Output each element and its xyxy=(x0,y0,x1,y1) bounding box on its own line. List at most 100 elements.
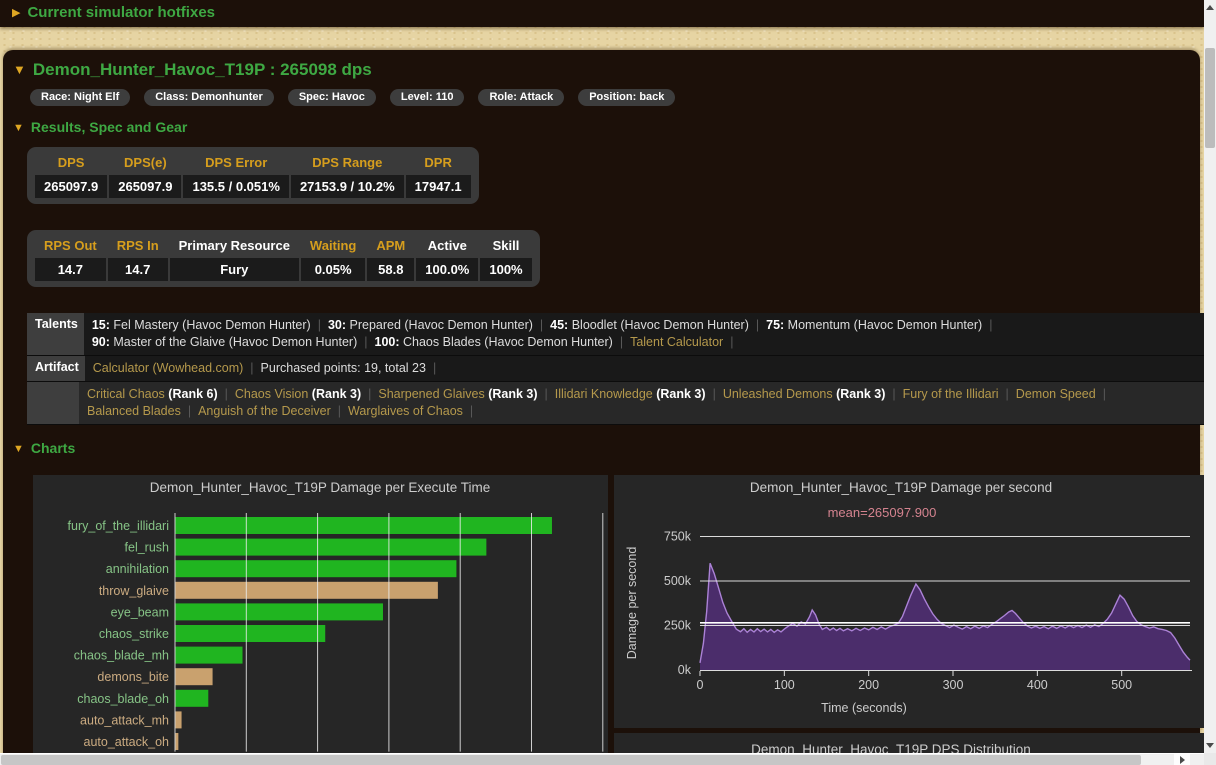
artifact-trait: Demon Speed xyxy=(1016,387,1096,401)
chart-text: eye_beam xyxy=(111,605,169,619)
bar xyxy=(176,733,179,750)
chart-text: throw_glaive xyxy=(99,584,169,598)
results-heading-label: Results, Spec and Gear xyxy=(31,119,187,135)
vertical-scrollbar[interactable] xyxy=(1204,0,1216,753)
artifact-trait-link[interactable]: Illidari Knowledge xyxy=(555,387,653,401)
table-value-cell: 135.5 / 0.051% xyxy=(183,175,288,198)
player-badges: Race: Night ElfClass: DemonhunterSpec: H… xyxy=(30,87,1200,104)
player-title-heading[interactable]: ▼ Demon_Hunter_Havoc_T19P : 265098 dps xyxy=(13,59,1200,80)
separator-pipe: | xyxy=(730,335,733,349)
talent-entry: 100: Chaos Blades (Havoc Demon Hunter) xyxy=(375,335,613,349)
table-header-cell: DPS Error xyxy=(183,152,288,175)
separator-pipe: | xyxy=(1103,387,1106,401)
expanded-arrow-icon: ▼ xyxy=(13,443,24,455)
bar xyxy=(176,517,552,534)
chart-text: chaos_strike xyxy=(99,627,169,641)
chart-text: auto_attack_mh xyxy=(80,713,169,727)
separator-pipe: | xyxy=(364,335,367,349)
chart-text: mean=265097.900 xyxy=(828,505,937,520)
talents-row-content: 15: Fel Mastery (Havoc Demon Hunter)|30:… xyxy=(84,313,1216,355)
chart-text: 750k xyxy=(664,530,692,544)
artifact-trait-link[interactable]: Demon Speed xyxy=(1016,387,1096,401)
artifact-traits-row-label xyxy=(27,382,79,424)
artifact-row-content: Calculator (Wowhead.com) | Purchased point… xyxy=(85,356,1216,381)
artifact-points-text: Purchased points: 19, total 23 xyxy=(261,361,426,375)
table-header-cell: Waiting xyxy=(301,235,365,258)
artifact-traits-row: Critical Chaos (Rank 6)|Chaos Vision (Ra… xyxy=(27,382,1216,425)
expanded-arrow-icon: ▼ xyxy=(13,122,24,134)
player-badge: Race: Night Elf xyxy=(30,89,130,106)
horizontal-scrollbar-thumb[interactable] xyxy=(1,755,1141,765)
artifact-trait-link[interactable]: Anguish of the Deceiver xyxy=(198,404,331,418)
hotfixes-heading[interactable]: ▶Current simulator hotfixes xyxy=(0,0,1204,22)
artifact-trait-link[interactable]: Unleashed Demons xyxy=(723,387,833,401)
table-value-cell: 27153.9 / 10.2% xyxy=(291,175,404,198)
scroll-right-button[interactable] xyxy=(1174,754,1190,765)
horizontal-scrollbar[interactable] xyxy=(0,753,1204,765)
arrow-right-icon xyxy=(1180,756,1185,764)
talent-tier: 90: xyxy=(92,335,110,349)
talent-tier: 30: xyxy=(328,318,346,332)
separator-pipe: | xyxy=(318,318,321,332)
results-section-heading[interactable]: ▼ Results, Spec and Gear xyxy=(13,119,1200,137)
charts-section-heading[interactable]: ▼Charts xyxy=(13,440,1200,458)
separator-pipe: | xyxy=(892,387,895,401)
resource-summary-table: RPS OutRPS InPrimary ResourceWaitingAPMA… xyxy=(27,230,540,287)
scroll-up-button[interactable] xyxy=(1204,0,1216,15)
scroll-down-button[interactable] xyxy=(1204,738,1216,753)
artifact-row-label: Artifact xyxy=(27,356,85,381)
chart-text: annihilation xyxy=(106,562,169,576)
table-value-cell: 14.7 xyxy=(35,258,106,281)
collapsed-arrow-icon: ▶ xyxy=(12,7,20,19)
table-value-cell: 100.0% xyxy=(416,258,478,281)
talent-tier: 100: xyxy=(375,335,400,349)
bar xyxy=(176,603,383,620)
table-header-cell: DPS(e) xyxy=(109,152,181,175)
table-value-cell: 17947.1 xyxy=(406,175,471,198)
chart-text: chaos_blade_oh xyxy=(77,692,169,706)
artifact-trait-link[interactable]: Critical Chaos xyxy=(87,387,165,401)
table-header-cell: APM xyxy=(367,235,414,258)
artifact-trait-link[interactable]: Balanced Blades xyxy=(87,404,181,418)
artifact-trait: Warglaives of Chaos xyxy=(348,404,463,418)
table-header-cell: Active xyxy=(416,235,478,258)
chart-text: auto_attack_oh xyxy=(84,735,170,749)
separator-pipe: | xyxy=(620,335,623,349)
artifact-trait: Balanced Blades xyxy=(87,404,181,418)
artifact-trait: Critical Chaos (Rank 6) xyxy=(87,387,218,401)
separator-pipe: | xyxy=(1006,387,1009,401)
chart-text: 250k xyxy=(664,619,692,633)
bar xyxy=(176,560,457,577)
separator-pipe: | xyxy=(470,404,473,418)
separator-pipe: | xyxy=(713,387,716,401)
artifact-trait-link[interactable]: Sharpened Glaives xyxy=(378,387,484,401)
chart-text: fury_of_the_illidari xyxy=(68,519,169,533)
chart-text: Time (seconds) xyxy=(821,701,907,715)
player-badge: Class: Demonhunter xyxy=(144,89,274,106)
artifact-trait-link[interactable]: Chaos Vision xyxy=(235,387,308,401)
separator-pipe: | xyxy=(250,361,253,375)
expanded-arrow-icon: ▼ xyxy=(13,62,26,77)
separator-pipe: | xyxy=(225,387,228,401)
player-title: Demon_Hunter_Havoc_T19P : 265098 dps xyxy=(33,60,372,79)
scrollbar-corner xyxy=(1204,753,1216,765)
artifact-trait-link[interactable]: Warglaives of Chaos xyxy=(348,404,463,418)
chart-text: Damage per second xyxy=(625,547,639,660)
chart-text: demons_bite xyxy=(97,670,169,684)
damage-per-second-area-chart: Demon_Hunter_Havoc_T19P Damage per secon… xyxy=(614,475,1208,723)
artifact-trait: Illidari Knowledge (Rank 3) xyxy=(555,387,706,401)
bar xyxy=(176,647,243,664)
vertical-scrollbar-thumb[interactable] xyxy=(1205,48,1215,148)
simulationcraft-report-page: { "icons": { "collapsed": "\u25B6", "exp… xyxy=(0,0,1216,765)
table-header-cell: RPS Out xyxy=(35,235,106,258)
damage-per-second-chart-panel: Demon_Hunter_Havoc_T19P Damage per secon… xyxy=(614,475,1208,728)
table-header-cell: Skill xyxy=(480,235,531,258)
table-value-cell: Fury xyxy=(170,258,299,281)
artifact-calculator-link[interactable]: Calculator (Wowhead.com) xyxy=(93,361,244,375)
artifact-trait-link[interactable]: Fury of the Illidari xyxy=(903,387,999,401)
separator-pipe: | xyxy=(989,318,992,332)
talent-calculator-link[interactable]: Talent Calculator xyxy=(630,335,723,349)
talent-entry: 45: Bloodlet (Havoc Demon Hunter) xyxy=(550,318,749,332)
chart-text: 0 xyxy=(697,678,704,692)
artifact-row: Artifact Calculator (Wowhead.com) | Purchas… xyxy=(27,356,1216,382)
